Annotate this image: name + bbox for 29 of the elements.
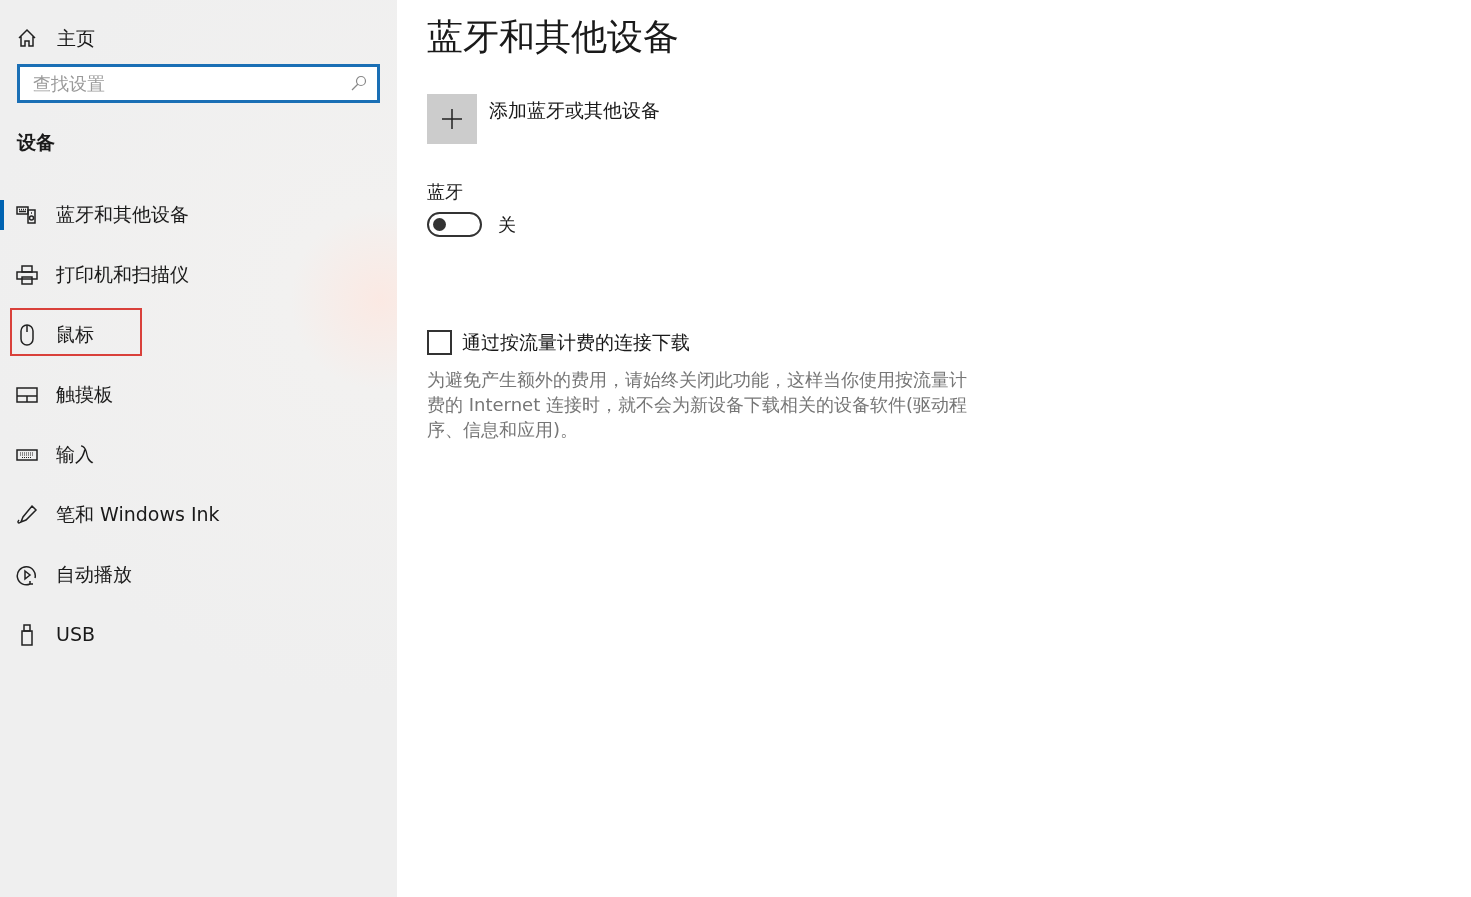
- sidebar-item[interactable]: 触摸板: [0, 364, 113, 425]
- search-field[interactable]: 查找设置: [17, 64, 380, 103]
- sidebar-item[interactable]: 打印机和扫描仪: [0, 244, 189, 305]
- add-device-button[interactable]: [427, 94, 477, 144]
- plus-icon: [441, 108, 463, 130]
- page-title: 蓝牙和其他设备: [427, 15, 680, 59]
- bluetooth-label: 蓝牙: [427, 180, 464, 204]
- checkbox-label: 通过按流量计费的连接下载: [462, 330, 690, 355]
- home-icon: [17, 28, 37, 48]
- touchpad-icon: [16, 385, 38, 404]
- sidebar-item[interactable]: 自动播放: [0, 544, 132, 605]
- bluetooth-toggle[interactable]: [427, 212, 482, 237]
- checkbox[interactable]: [427, 329, 452, 355]
- pen-icon: [16, 503, 38, 526]
- sidebar-item[interactable]: 鼠标: [0, 304, 94, 365]
- sidebar-item[interactable]: 输入: [0, 424, 94, 485]
- sidebar-item[interactable]: USB: [0, 604, 95, 665]
- description-text: 为避免产生额外的费用，请始终关闭此功能，这样当你使用按流量计费的 Internet 连接时，就不会为新设备下载相关的设备软件(驱动程序、信息和应用)。: [427, 367, 968, 442]
- play-circle-icon: [16, 563, 38, 586]
- devices-icon: [16, 204, 38, 225]
- section-heading: 设备: [15, 130, 56, 155]
- printer-icon: [16, 264, 38, 285]
- search-icon: [351, 75, 367, 91]
- home-link[interactable]: 主页: [17, 23, 95, 53]
- sidebar-item[interactable]: 笔和 Windows Ink: [0, 484, 220, 545]
- keyboard-icon: [16, 447, 38, 462]
- add-device-label[interactable]: 添加蓝牙或其他设备: [489, 96, 660, 125]
- toggle-state-label: 关: [498, 213, 516, 237]
- sidebar-item[interactable]: 蓝牙和其他设备: [0, 184, 189, 245]
